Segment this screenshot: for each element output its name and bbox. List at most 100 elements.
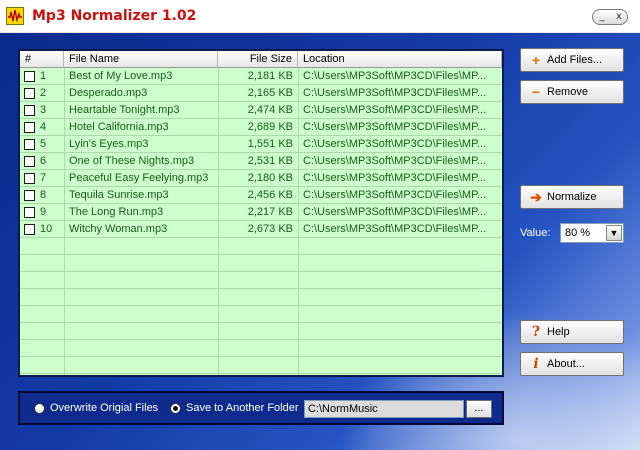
empty-row[interactable] <box>20 289 502 306</box>
empty-row[interactable] <box>20 272 502 289</box>
row-checkbox[interactable] <box>24 207 35 218</box>
table-row[interactable]: 1 Best of My Love.mp3 2,181 KB C:\Users\MP3… <box>20 68 502 85</box>
row-checkbox[interactable] <box>24 156 35 167</box>
row-file-name: Witchy Woman.mp3 <box>69 223 168 235</box>
row-file-name: Lyin's Eyes.mp3 <box>69 138 149 150</box>
table-row[interactable]: 2 Desperado.mp3 2,165 KB C:\Users\MP3Soft\M… <box>20 85 502 102</box>
row-number: 1 <box>40 70 47 82</box>
row-number: 4 <box>40 121 47 133</box>
normalize-button[interactable]: ➔ Normalize <box>520 185 624 209</box>
plus-icon: + <box>531 52 541 68</box>
row-file-name: One of These Nights.mp3 <box>69 155 195 167</box>
main-panel: # File Name File Size Location 1 Best of … <box>0 33 640 450</box>
row-checkbox[interactable] <box>24 190 35 201</box>
table-row[interactable]: 7 Peaceful Easy Feelying.mp3 2,180 KB C:\Us… <box>20 170 502 187</box>
row-checkbox[interactable] <box>24 122 35 133</box>
empty-row[interactable] <box>20 238 502 255</box>
row-file-name: Heartable Tonight.mp3 <box>69 104 180 116</box>
table-row[interactable]: 6 One of These Nights.mp3 2,531 KB C:\Users… <box>20 153 502 170</box>
remove-button[interactable]: − Remove <box>520 80 624 104</box>
about-button[interactable]: i About... <box>520 352 624 376</box>
row-location: C:\Users\MP3Soft\MP3CD\Files\MP... <box>303 121 487 133</box>
row-location: C:\Users\MP3Soft\MP3CD\Files\MP... <box>303 70 487 82</box>
column-header-location[interactable]: Location <box>298 51 502 68</box>
row-checkbox[interactable] <box>24 88 35 99</box>
empty-row[interactable] <box>20 255 502 272</box>
row-file-size: 2,531 KB <box>247 155 293 167</box>
row-file-name: Hotel California.mp3 <box>69 121 169 133</box>
row-file-size: 2,165 KB <box>247 87 293 99</box>
row-file-name: Tequila Sunrise.mp3 <box>69 189 169 201</box>
add-files-button[interactable]: + Add Files... <box>520 48 624 72</box>
row-checkbox[interactable] <box>24 224 35 235</box>
row-number: 8 <box>40 189 47 201</box>
row-file-size: 2,180 KB <box>247 172 293 184</box>
row-file-size: 1,551 KB <box>247 138 293 150</box>
save-to-folder-radio[interactable] <box>170 403 181 414</box>
save-to-folder-label[interactable]: Save to Another Folder <box>186 402 299 414</box>
column-divider <box>64 68 65 375</box>
minimize-button[interactable]: _ <box>593 10 611 24</box>
question-icon: ? <box>531 324 541 340</box>
window-title: Mp3 Normalizer 1.02 <box>32 8 197 24</box>
empty-row[interactable] <box>20 323 502 340</box>
row-file-size: 2,456 KB <box>247 189 293 201</box>
table-row[interactable]: 4 Hotel California.mp3 2,689 KB C:\Users\MP… <box>20 119 502 136</box>
normalize-label: Normalize <box>547 191 597 203</box>
title-bar: Mp3 Normalizer 1.02 _ x <box>0 0 640 33</box>
empty-row[interactable] <box>20 340 502 357</box>
row-number: 5 <box>40 138 47 150</box>
table-row[interactable]: 5 Lyin's Eyes.mp3 1,551 KB C:\Users\MP3Soft… <box>20 136 502 153</box>
overwrite-label[interactable]: Overwrite Origial Files <box>50 402 158 414</box>
column-divider <box>218 68 219 375</box>
help-button[interactable]: ? Help <box>520 320 624 344</box>
row-location: C:\Users\MP3Soft\MP3CD\Files\MP... <box>303 223 487 235</box>
folder-path-input[interactable] <box>304 400 464 418</box>
value-dropdown[interactable]: 80 % ▼ <box>560 223 624 243</box>
column-header-number[interactable]: # <box>20 51 64 68</box>
row-file-size: 2,181 KB <box>247 70 293 82</box>
table-row[interactable]: 10 Witchy Woman.mp3 2,673 KB C:\Users\MP3So… <box>20 221 502 238</box>
row-number: 3 <box>40 104 47 116</box>
empty-row[interactable] <box>20 306 502 323</box>
table-row[interactable]: 3 Heartable Tonight.mp3 2,474 KB C:\Users\M… <box>20 102 502 119</box>
empty-row[interactable] <box>20 357 502 374</box>
chevron-down-icon[interactable]: ▼ <box>606 225 622 241</box>
add-files-label: Add Files... <box>547 54 603 66</box>
minus-icon: − <box>531 84 541 100</box>
help-label: Help <box>547 326 570 338</box>
row-file-name: Best of My Love.mp3 <box>69 70 173 82</box>
table-row[interactable]: 8 Tequila Sunrise.mp3 2,456 KB C:\Users\MP3… <box>20 187 502 204</box>
column-divider <box>298 68 299 375</box>
value-label: Value: <box>520 227 551 239</box>
browse-button[interactable]: ... <box>466 400 492 418</box>
file-list[interactable]: # File Name File Size Location 1 Best of … <box>18 49 504 377</box>
row-checkbox[interactable] <box>24 71 35 82</box>
row-file-size: 2,689 KB <box>247 121 293 133</box>
close-button[interactable]: x <box>610 10 628 24</box>
row-checkbox[interactable] <box>24 139 35 150</box>
row-location: C:\Users\MP3Soft\MP3CD\Files\MP... <box>303 87 487 99</box>
row-number: 9 <box>40 206 47 218</box>
row-checkbox[interactable] <box>24 173 35 184</box>
row-location: C:\Users\MP3Soft\MP3CD\Files\MP... <box>303 155 487 167</box>
row-file-size: 2,474 KB <box>247 104 293 116</box>
row-checkbox[interactable] <box>24 105 35 116</box>
column-header-file-size[interactable]: File Size <box>218 51 298 68</box>
row-number: 6 <box>40 155 47 167</box>
row-file-name: Peaceful Easy Feelying.mp3 <box>69 172 209 184</box>
row-number: 10 <box>40 223 53 235</box>
row-location: C:\Users\MP3Soft\MP3CD\Files\MP... <box>303 189 487 201</box>
row-location: C:\Users\MP3Soft\MP3CD\Files\MP... <box>303 206 487 218</box>
overwrite-radio[interactable] <box>34 403 45 414</box>
app-logo-icon <box>6 7 24 25</box>
row-location: C:\Users\MP3Soft\MP3CD\Files\MP... <box>303 172 487 184</box>
column-header-file-name[interactable]: File Name <box>64 51 218 68</box>
output-options-panel: Overwrite Origial Files Save to Another … <box>18 391 504 425</box>
row-number: 7 <box>40 172 47 184</box>
table-row[interactable]: 9 The Long Run.mp3 2,217 KB C:\Users\MP3Sof… <box>20 204 502 221</box>
row-location: C:\Users\MP3Soft\MP3CD\Files\MP... <box>303 104 487 116</box>
value-selected: 80 % <box>565 227 591 239</box>
list-header: # File Name File Size Location <box>20 51 502 68</box>
window-controls: _ x <box>592 9 628 25</box>
